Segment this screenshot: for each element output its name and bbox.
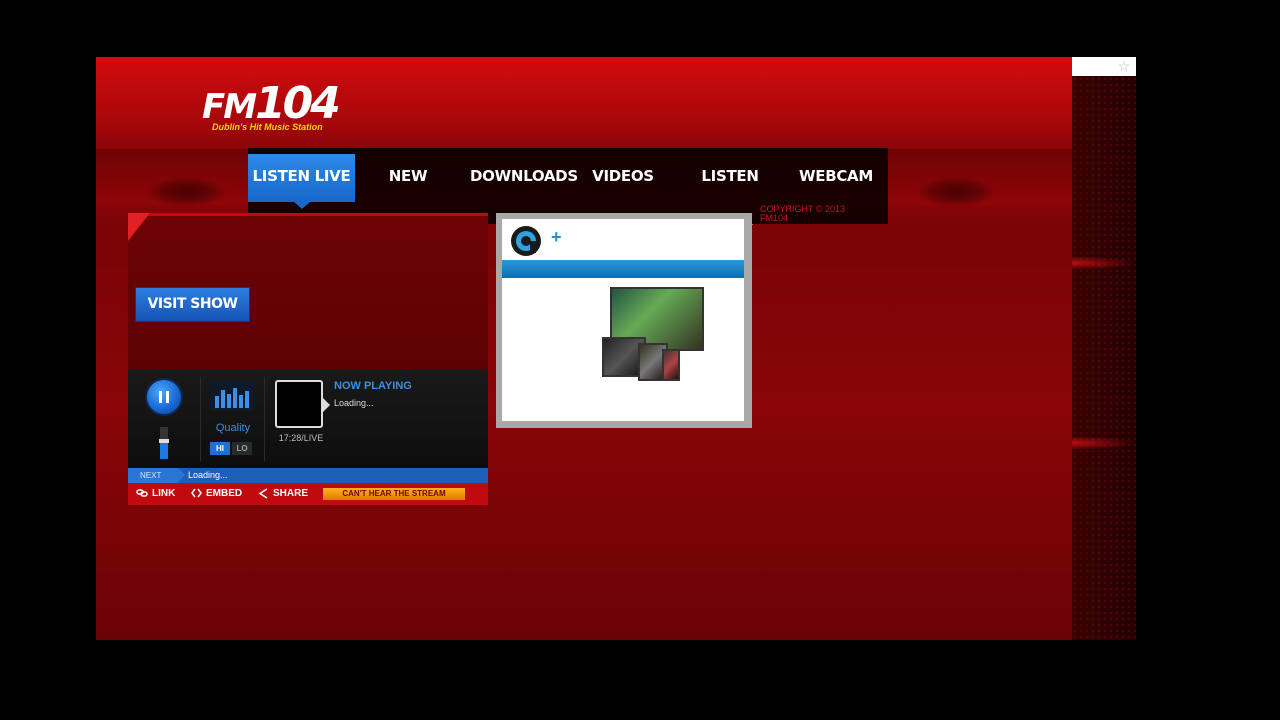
browser-chrome-corner: ☆ xyxy=(1072,57,1136,76)
player-controls: Quality HI LO 17:28/LIVE NOW PLAYING Loa… xyxy=(128,369,488,468)
nav-videos[interactable]: VIDEOS xyxy=(588,154,658,202)
now-playing-value: Loading... xyxy=(334,398,374,408)
side-glow xyxy=(1072,256,1136,270)
speaker-decoration-right xyxy=(916,177,996,207)
ad-blue-bar xyxy=(502,260,744,278)
ad-devices-image xyxy=(602,287,712,392)
share-icon xyxy=(258,488,268,499)
app-logo-icon xyxy=(511,226,541,256)
ad-plus-sign: + xyxy=(551,227,562,247)
equalizer-icon xyxy=(210,381,254,411)
nav-listen-back[interactable]: LISTEN BACK xyxy=(680,154,780,229)
share-bar: LINK EMBED SHARE CAN'T HEAR THE STREAM xyxy=(128,483,488,505)
embed-button[interactable]: EMBED xyxy=(191,483,242,505)
visit-show-button[interactable]: VISIT SHOW xyxy=(136,288,249,321)
cant-hear-stream-button[interactable]: CAN'T HEAR THE STREAM xyxy=(323,488,465,500)
logo-fm: FM xyxy=(202,87,257,127)
divider xyxy=(200,377,201,461)
volume-fill xyxy=(160,441,168,459)
volume-knob[interactable] xyxy=(159,439,169,444)
embed-label: EMBED xyxy=(206,488,243,499)
star-icon[interactable]: ☆ xyxy=(1117,57,1130,76)
next-label: NEXT xyxy=(128,468,185,483)
side-strip xyxy=(1072,76,1136,640)
nav-listen-live[interactable]: LISTEN LIVE xyxy=(248,154,355,209)
speaker-decoration-left xyxy=(146,177,226,207)
album-art xyxy=(275,380,330,428)
link-button[interactable]: LINK xyxy=(136,483,175,505)
volume-slider[interactable] xyxy=(159,427,169,459)
ad-content: + xyxy=(502,219,744,421)
pause-button[interactable] xyxy=(147,380,181,414)
quality-lo-button[interactable]: LO xyxy=(232,442,252,455)
share-label: SHARE xyxy=(273,488,309,499)
side-glow xyxy=(1072,436,1136,450)
share-button[interactable]: SHARE xyxy=(258,483,308,505)
nav-new-music[interactable]: NEW MUSIC xyxy=(360,154,456,229)
link-icon xyxy=(136,489,148,498)
logo-tagline: Dublin's Hit Music Station xyxy=(212,122,323,132)
ad-panel[interactable]: + xyxy=(496,213,752,428)
pause-icon xyxy=(159,391,169,403)
track-time: 17:28/LIVE xyxy=(278,433,324,443)
nav-webcam[interactable]: WEBCAM xyxy=(798,154,874,202)
embed-icon xyxy=(191,488,202,498)
copyright-text: COPYRIGHT © 2013 FM104 xyxy=(760,204,845,223)
screen: FM104 Dublin's Hit Music Station LISTEN … xyxy=(0,0,1280,720)
next-bar: NEXT Loading... xyxy=(128,468,488,483)
side-dot-pattern xyxy=(1072,76,1136,640)
divider xyxy=(264,377,265,461)
quality-hi-button[interactable]: HI xyxy=(210,442,230,455)
fm104-logo[interactable]: FM104 Dublin's Hit Music Station xyxy=(202,79,352,135)
show-panel-corner xyxy=(128,213,150,241)
quality-label: Quality xyxy=(215,422,251,434)
now-playing-label: NOW PLAYING xyxy=(334,380,412,392)
link-label: LINK xyxy=(152,488,176,499)
nav-downloads[interactable]: DOWNLOADS xyxy=(470,154,578,202)
next-value: Loading... xyxy=(188,470,228,480)
